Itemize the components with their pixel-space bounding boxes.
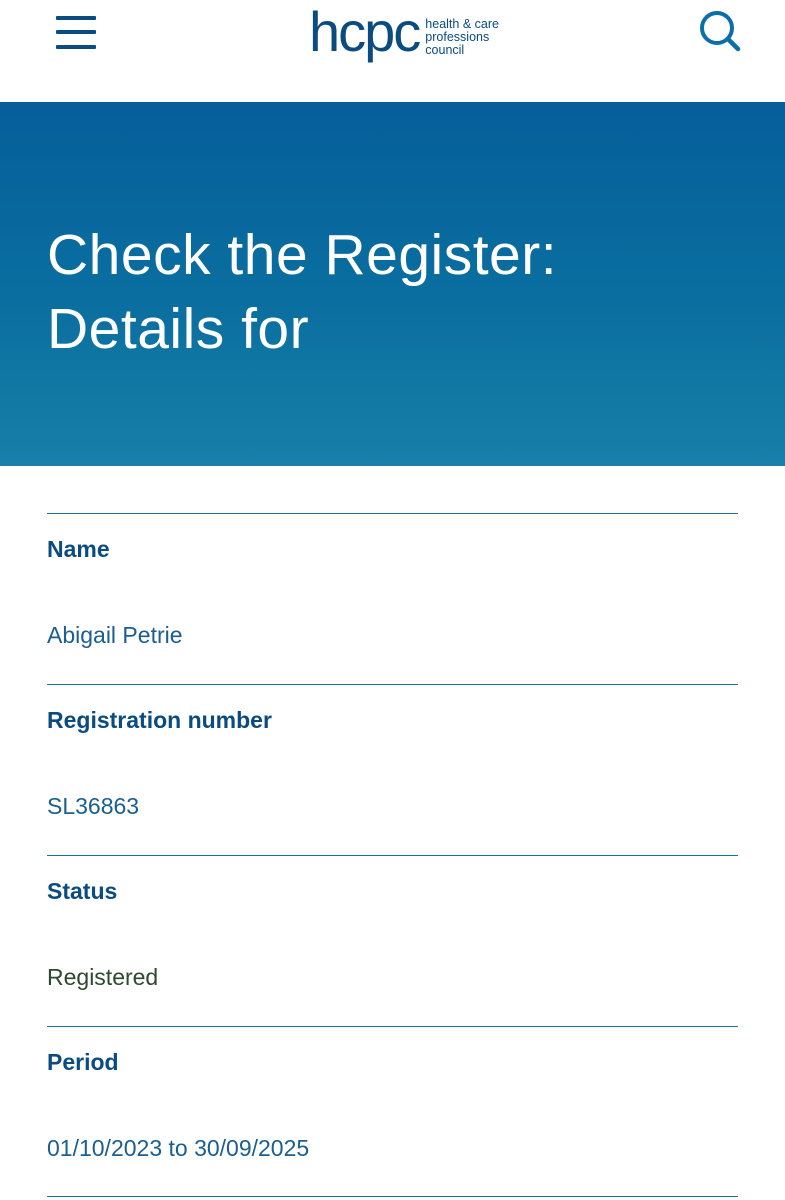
logo-line-2: professions [425,29,490,44]
logo-line-3: council [425,42,465,57]
detail-value: SL36863 [47,793,140,819]
detail-row-name: Name Abigail Petrie [47,513,738,684]
detail-value: 01/10/2023 to 30/09/2025 [47,1135,310,1161]
detail-row-status: Status Registered [47,855,738,1026]
site-header: hcpc health & care professions council [0,0,785,102]
page-title: Check the Register: Details for [47,223,558,361]
hcpc-logo[interactable]: hcpc health & care professions council [309,0,499,68]
detail-row-period: Period 01/10/2023 to 30/09/2025 [47,1026,738,1197]
detail-label: Registration number [47,707,272,733]
detail-value: Registered [47,964,159,990]
detail-label: Name [47,536,110,562]
detail-label: Status [47,878,118,904]
logo-line-1: health & care [425,16,499,31]
logo-wordmark: hcpc [309,0,421,63]
detail-value: Abigail Petrie [47,622,183,648]
detail-row-registration-number: Registration number SL36863 [47,684,738,855]
hamburger-menu-icon[interactable] [56,14,98,52]
search-icon[interactable] [698,9,742,53]
hero-banner: Check the Register: Details for [0,102,785,466]
detail-label: Period [47,1049,119,1075]
logo-subtitle: health & care professions council [425,8,499,57]
register-details: Name Abigail Petrie Registration number … [47,513,738,1197]
